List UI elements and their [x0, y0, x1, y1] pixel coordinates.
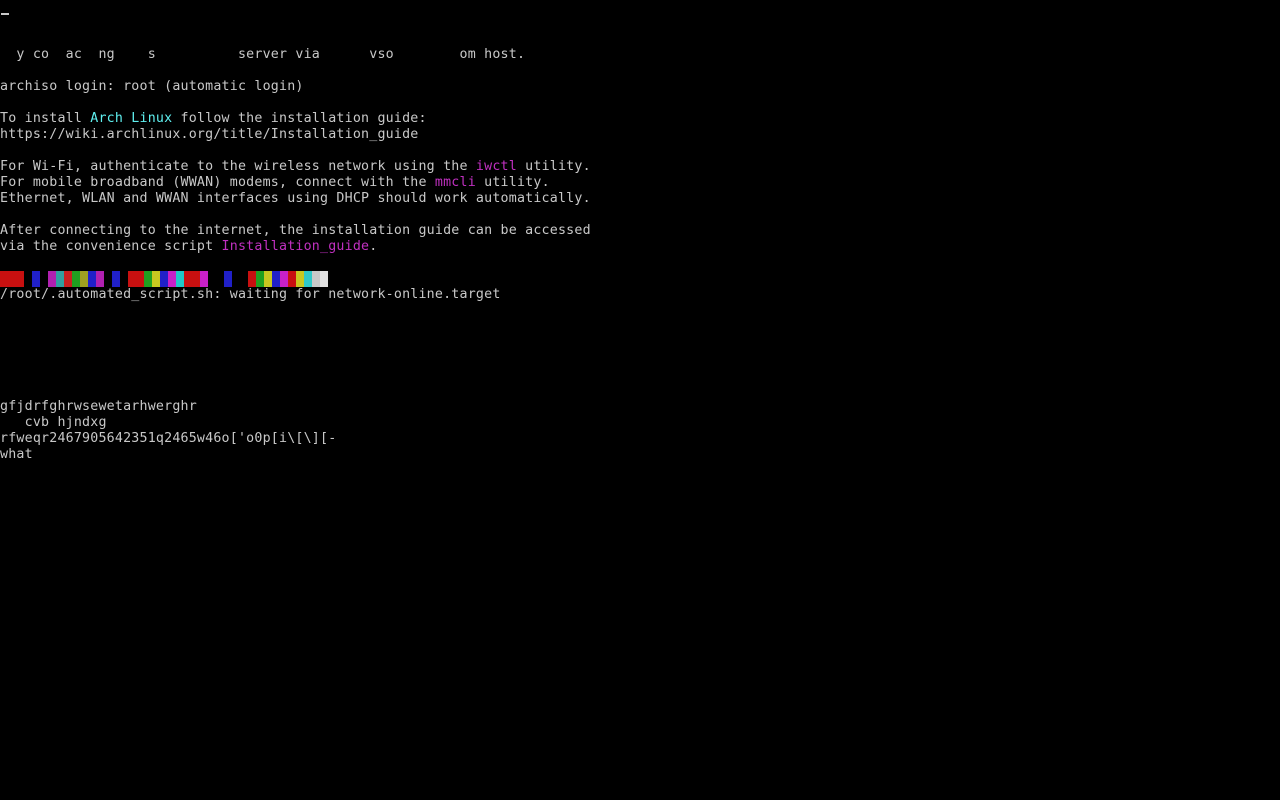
- garbled-boot-line: y co ac ng s server via vso om host.: [0, 47, 526, 62]
- palette-swatch: [296, 271, 304, 287]
- wifi-line: For Wi-Fi, authenticate to the wireless …: [0, 159, 591, 175]
- wwan-prefix: For mobile broadband (WWAN) modems, conn…: [0, 175, 435, 190]
- palette-swatch: [328, 271, 336, 287]
- typed-input-line-3: rfweqr2467905642351q2465w46o['o0p[i\[\][…: [0, 431, 337, 446]
- guide-url: https://wiki.archlinux.org/title/Install…: [0, 127, 419, 142]
- installation-guide-highlight: Installation_guide: [221, 239, 370, 254]
- wwan-line: For mobile broadband (WWAN) modems, conn…: [0, 175, 550, 191]
- login-line: archiso login: root (automatic login): [0, 79, 304, 94]
- palette-swatch: [304, 271, 312, 287]
- palette-swatch: [144, 271, 152, 287]
- palette-swatch: [8, 271, 16, 287]
- mmcli-highlight: mmcli: [434, 175, 476, 190]
- install-line: To install Arch Linux follow the install…: [0, 111, 427, 127]
- typed-input-line-4: what: [0, 447, 33, 462]
- palette-swatch: [224, 271, 232, 287]
- palette-swatch: [88, 271, 96, 287]
- install-suffix: follow the installation guide:: [172, 111, 427, 126]
- text-cursor: [1, 13, 9, 15]
- iwctl-highlight: iwctl: [475, 159, 517, 174]
- palette-swatch: [200, 271, 208, 287]
- palette-swatch: [320, 271, 328, 287]
- palette-swatch: [96, 271, 104, 287]
- palette-swatch: [256, 271, 264, 287]
- palette-swatch: [160, 271, 168, 287]
- palette-swatch: [152, 271, 160, 287]
- palette-swatch: [24, 271, 32, 287]
- via-suffix: .: [369, 239, 378, 254]
- palette-swatch: [120, 271, 128, 287]
- wifi-prefix: For Wi-Fi, authenticate to the wireless …: [0, 159, 476, 174]
- via-prefix: via the convenience script: [0, 239, 222, 254]
- install-prefix: To install: [0, 111, 91, 126]
- color-palette-bar: [0, 271, 336, 287]
- palette-swatch: [112, 271, 120, 287]
- palette-swatch: [216, 271, 224, 287]
- palette-swatch: [0, 271, 8, 287]
- typed-input-line-1: gfjdrfghrwsewetarhwerghr: [0, 399, 197, 414]
- palette-swatch: [176, 271, 184, 287]
- palette-swatch: [136, 271, 144, 287]
- palette-swatch: [208, 271, 216, 287]
- palette-swatch: [64, 271, 72, 287]
- palette-swatch: [40, 271, 48, 287]
- palette-swatch: [32, 271, 40, 287]
- palette-swatch: [80, 271, 88, 287]
- tty-console[interactable]: y co ac ng s server via vso om host. arc…: [0, 0, 1280, 800]
- palette-swatch: [104, 271, 112, 287]
- arch-linux-highlight: Arch Linux: [90, 111, 173, 126]
- wwan-suffix: utility.: [475, 175, 550, 190]
- palette-swatch: [16, 271, 24, 287]
- palette-swatch: [184, 271, 192, 287]
- palette-swatch: [264, 271, 272, 287]
- palette-swatch: [240, 271, 248, 287]
- palette-swatch: [248, 271, 256, 287]
- palette-swatch: [280, 271, 288, 287]
- automated-script-line: /root/.automated_script.sh: waiting for …: [0, 287, 501, 302]
- wifi-suffix: utility.: [516, 159, 591, 174]
- palette-swatch: [232, 271, 240, 287]
- after-connect-line: After connecting to the internet, the in…: [0, 223, 591, 238]
- palette-swatch: [272, 271, 280, 287]
- palette-swatch: [48, 271, 56, 287]
- palette-swatch: [168, 271, 176, 287]
- palette-swatch: [192, 271, 200, 287]
- palette-swatch: [312, 271, 320, 287]
- palette-swatch: [56, 271, 64, 287]
- palette-swatch: [128, 271, 136, 287]
- ethernet-line: Ethernet, WLAN and WWAN interfaces using…: [0, 191, 591, 206]
- typed-input-line-2: cvb hjndxg: [0, 415, 107, 430]
- convenience-script-line: via the convenience script Installation_…: [0, 239, 377, 255]
- palette-swatch: [288, 271, 296, 287]
- palette-swatch: [72, 271, 80, 287]
